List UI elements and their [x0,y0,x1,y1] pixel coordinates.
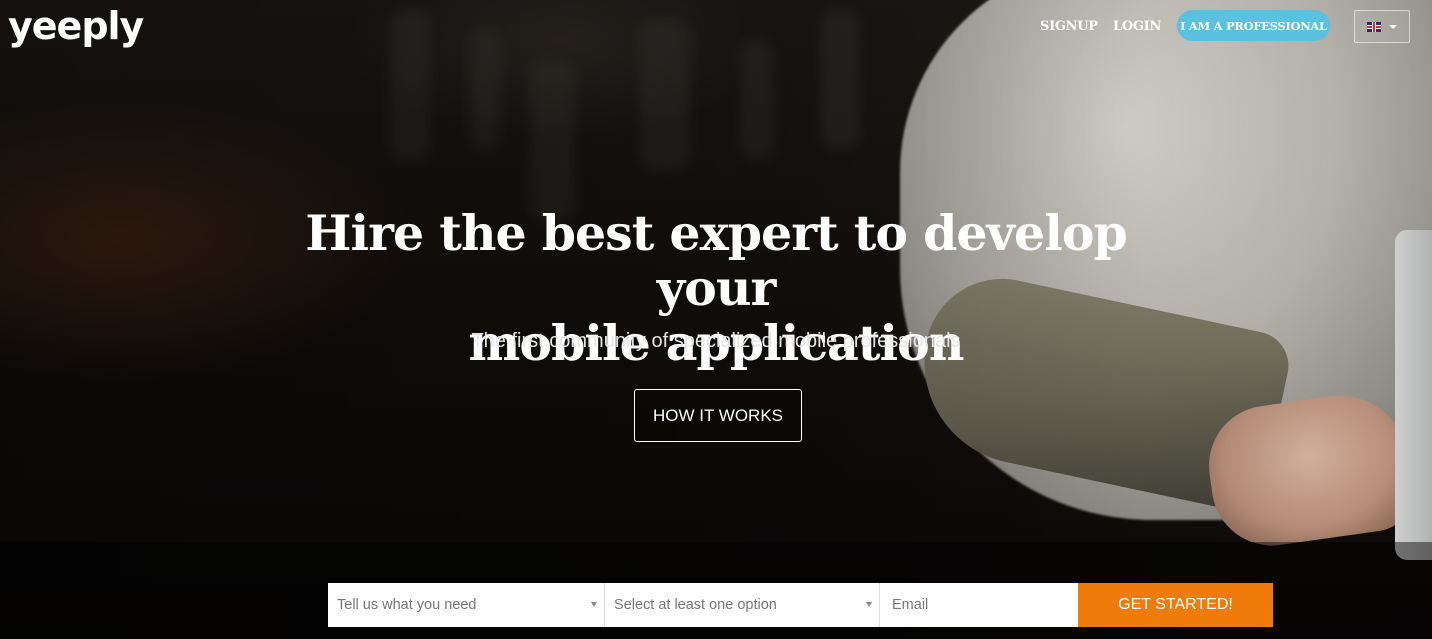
login-link[interactable]: LOGIN [1113,19,1161,34]
hero-title-line1: Hire the best expert to develop your [305,204,1128,317]
professional-button[interactable]: I AM A PROFESSIONAL [1177,10,1330,41]
how-it-works-button[interactable]: HOW IT WORKS [634,389,802,442]
dropdown-arrow-icon [866,602,872,607]
dropdown-arrow-icon [591,602,597,607]
need-select-value: Tell us what you need [337,597,477,613]
need-select[interactable]: Tell us what you need [328,583,604,627]
uk-flag-icon [1367,21,1381,32]
get-started-form: Tell us what you need Select at least on… [328,583,1273,627]
get-started-button[interactable]: GET STARTED! [1078,583,1273,627]
email-placeholder: Email [892,597,929,613]
language-select[interactable] [1354,10,1410,43]
caret-down-icon [1389,24,1397,29]
email-field[interactable]: Email [879,583,1078,627]
hero-subtitle: The first community of specialized mobil… [471,330,961,352]
option-select-value: Select at least one option [614,597,777,613]
signup-link[interactable]: SIGNUP [1040,19,1098,34]
logo[interactable]: yeeply [8,4,144,48]
option-select[interactable]: Select at least one option [604,583,879,627]
